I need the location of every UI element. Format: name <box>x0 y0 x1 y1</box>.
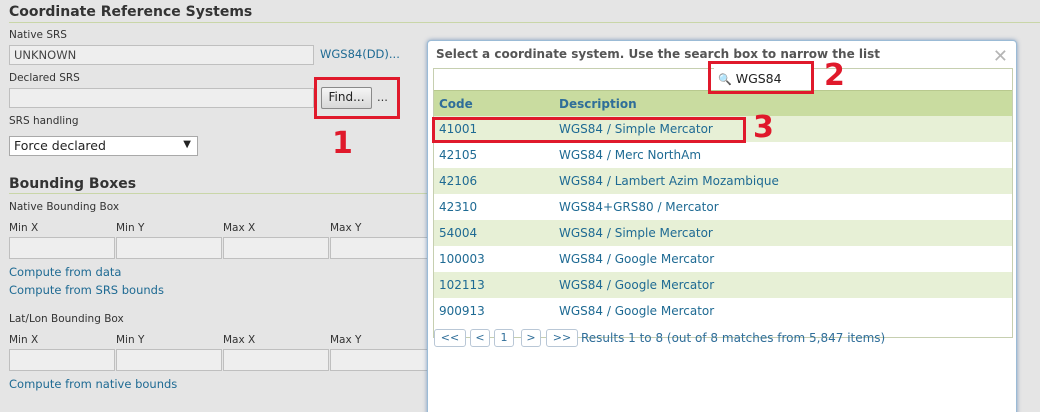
step2-number: 2 <box>824 58 845 93</box>
native-srs-label: Native SRS <box>9 29 67 41</box>
row-description: WGS84 / Simple Mercator <box>559 226 713 240</box>
declared-srs-input[interactable] <box>9 88 314 108</box>
crs-divider <box>9 22 1040 23</box>
native-maxy-label: Max Y <box>330 222 362 234</box>
close-icon[interactable]: ✕ <box>993 46 1008 67</box>
table-row[interactable]: 102113 WGS84 / Google Mercator <box>434 272 1012 298</box>
row-description: WGS84 / Google Mercator <box>559 304 715 318</box>
latlon-minx-label: Min X <box>9 334 39 346</box>
native-maxx-input[interactable] <box>223 237 329 259</box>
srs-handling-label: SRS handling <box>9 115 79 127</box>
latlon-maxx-label: Max X <box>223 334 256 346</box>
row-description: WGS84 / Google Mercator <box>559 252 715 266</box>
crs-section-title: Coordinate Reference Systems <box>9 4 253 20</box>
col-description-header[interactable]: Description <box>559 97 637 111</box>
compute-from-native-link[interactable]: Compute from native bounds <box>9 377 177 391</box>
compute-from-srs-link[interactable]: Compute from SRS bounds <box>9 283 164 297</box>
bbox-section-title: Bounding Boxes <box>9 176 137 192</box>
native-srs-link[interactable]: WGS84(DD)... <box>320 47 400 61</box>
table-row[interactable]: 100003 WGS84 / Google Mercator <box>434 246 1012 272</box>
dropdown-arrow-icon: ▼ <box>183 139 191 150</box>
native-bbox-label: Native Bounding Box <box>9 201 120 213</box>
native-minx-input[interactable] <box>9 237 115 259</box>
step3-highlight <box>432 117 746 143</box>
latlon-maxy-input[interactable] <box>330 349 430 371</box>
row-code[interactable]: 42310 <box>439 200 477 214</box>
srs-handling-select[interactable]: Force declared ▼ <box>9 136 198 156</box>
srs-picker-dialog: Select a coordinate system. Use the sear… <box>427 40 1017 412</box>
pager-prev-button[interactable]: < <box>470 329 490 347</box>
native-miny-label: Min Y <box>116 222 145 234</box>
pager-first-button[interactable]: << <box>434 329 466 347</box>
row-code[interactable]: 42105 <box>439 148 477 162</box>
col-code-header[interactable]: Code <box>439 97 473 111</box>
pager-page-button[interactable]: 1 <box>494 329 514 347</box>
native-minx-label: Min X <box>9 222 39 234</box>
step1-number: 1 <box>332 126 353 161</box>
row-code[interactable]: 102113 <box>439 278 485 292</box>
pager-next-button[interactable]: > <box>521 329 541 347</box>
table-row[interactable]: 42105 WGS84 / Merc NorthAm <box>434 142 1012 168</box>
latlon-maxy-label: Max Y <box>330 334 362 346</box>
table-row[interactable]: 42106 WGS84 / Lambert Azim Mozambique <box>434 168 1012 194</box>
row-description: WGS84+GRS80 / Mercator <box>559 200 719 214</box>
native-srs-field: UNKNOWN <box>9 45 314 65</box>
row-code[interactable]: 42106 <box>439 174 477 188</box>
row-code[interactable]: 100003 <box>439 252 485 266</box>
declared-srs-label: Declared SRS <box>9 72 80 84</box>
row-description: WGS84 / Lambert Azim Mozambique <box>559 174 779 188</box>
table-row[interactable]: 54004 WGS84 / Simple Mercator <box>434 220 1012 246</box>
step3-number: 3 <box>753 110 774 145</box>
pager-last-button[interactable]: >> <box>546 329 578 347</box>
table-row[interactable]: 900913 WGS84 / Google Mercator <box>434 298 1012 324</box>
latlon-bbox-label: Lat/Lon Bounding Box <box>9 313 124 325</box>
step2-highlight <box>708 61 814 94</box>
srs-table-container: 🔍 WGS84 Code Description 41001 WGS84 / Si… <box>433 68 1013 338</box>
compute-from-data-link[interactable]: Compute from data <box>9 265 121 279</box>
latlon-miny-input[interactable] <box>116 349 222 371</box>
table-row[interactable]: 42310 WGS84+GRS80 / Mercator <box>434 194 1012 220</box>
native-maxy-input[interactable] <box>330 237 430 259</box>
row-code[interactable]: 900913 <box>439 304 485 318</box>
row-code[interactable]: 54004 <box>439 226 477 240</box>
native-miny-input[interactable] <box>116 237 222 259</box>
row-description: WGS84 / Merc NorthAm <box>559 148 702 162</box>
pager-info: Results 1 to 8 (out of 8 matches from 5,… <box>581 331 886 345</box>
latlon-maxx-input[interactable] <box>223 349 329 371</box>
native-maxx-label: Max X <box>223 222 256 234</box>
row-description: WGS84 / Google Mercator <box>559 278 715 292</box>
bbox-divider <box>9 193 429 194</box>
latlon-minx-input[interactable] <box>9 349 115 371</box>
dialog-title: Select a coordinate system. Use the sear… <box>436 47 880 61</box>
latlon-miny-label: Min Y <box>116 334 145 346</box>
srs-handling-value: Force declared <box>14 138 106 153</box>
step1-highlight <box>314 77 400 119</box>
